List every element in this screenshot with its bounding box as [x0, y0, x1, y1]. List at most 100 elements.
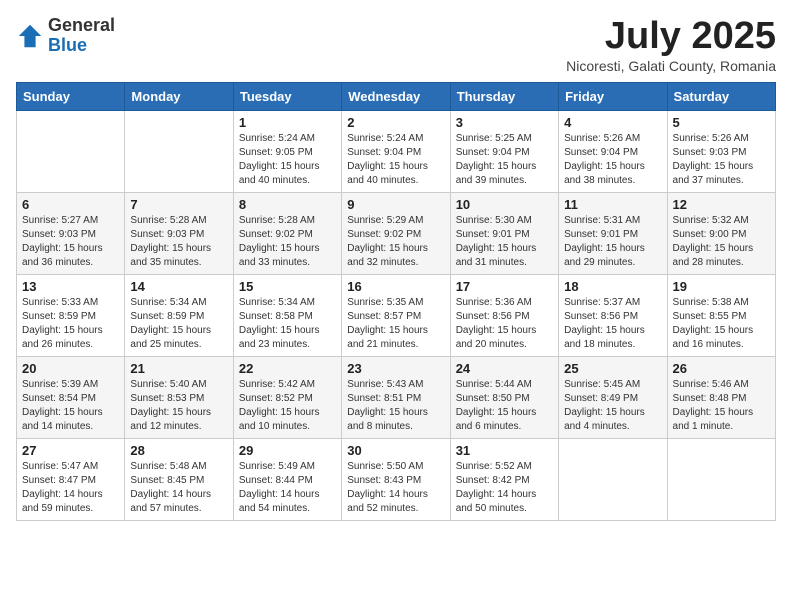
calendar-cell: 18Sunrise: 5:37 AM Sunset: 8:56 PM Dayli…: [559, 274, 667, 356]
calendar-cell: 12 Sunrise: 5:32 AM Sunset: 9:00 PM Dayli…: [667, 192, 775, 274]
calendar-cell: 3 Sunrise: 5:25 AM Sunset: 9:04 PM Daylig…: [450, 110, 558, 192]
day-info: Sunrise: 5:50 AM Sunset: 8:43 PM Dayligh…: [347, 460, 444, 516]
calendar-cell: 24Sunrise: 5:44 AM Sunset: 8:50 PM Dayli…: [450, 356, 558, 438]
calendar-cell: 28 Sunrise: 5:48 AM Sunset: 8:45 PM Dayli…: [125, 438, 233, 520]
day-info: Sunrise: 5:26 AM Sunset: 9:03 PM Dayligh…: [673, 132, 770, 188]
day-number: 4: [564, 115, 661, 130]
day-number: 29: [239, 443, 336, 458]
logo-text: General Blue: [48, 16, 115, 56]
calendar-week-row: 6 Sunrise: 5:27 AM Sunset: 9:03 PM Daylig…: [17, 192, 776, 274]
day-info: Sunrise: 5:35 AM Sunset: 8:57 PM Dayligh…: [347, 296, 444, 352]
day-number: 12: [673, 197, 770, 212]
day-number: 9: [347, 197, 444, 212]
day-of-week-header: Saturday: [667, 82, 775, 110]
day-of-week-header: Sunday: [17, 82, 125, 110]
calendar-table: SundayMondayTuesdayWednesdayThursdayFrid…: [16, 82, 776, 521]
day-number: 21: [130, 361, 227, 376]
calendar-cell: 8Sunrise: 5:28 AM Sunset: 9:02 PM Daylig…: [233, 192, 341, 274]
day-info: Sunrise: 5:25 AM Sunset: 9:04 PM Dayligh…: [456, 132, 553, 188]
day-info: Sunrise: 5:48 AM Sunset: 8:45 PM Dayligh…: [130, 460, 227, 516]
calendar-week-row: 13 Sunrise: 5:33 AM Sunset: 8:59 PM Dayli…: [17, 274, 776, 356]
day-number: 17: [456, 279, 553, 294]
day-info: Sunrise: 5:34 AM Sunset: 8:59 PM Dayligh…: [130, 296, 227, 352]
calendar-cell: 29Sunrise: 5:49 AM Sunset: 8:44 PM Dayli…: [233, 438, 341, 520]
day-info: Sunrise: 5:29 AM Sunset: 9:02 PM Dayligh…: [347, 214, 444, 270]
calendar-week-row: 1Sunrise: 5:24 AM Sunset: 9:05 PM Daylig…: [17, 110, 776, 192]
month-year-title: July 2025: [566, 16, 776, 58]
calendar-cell: 2Sunrise: 5:24 AM Sunset: 9:04 PM Daylig…: [342, 110, 450, 192]
calendar-cell: 30 Sunrise: 5:50 AM Sunset: 8:43 PM Dayli…: [342, 438, 450, 520]
day-info: Sunrise: 5:28 AM Sunset: 9:02 PM Dayligh…: [239, 214, 336, 270]
day-info: Sunrise: 5:34 AM Sunset: 8:58 PM Dayligh…: [239, 296, 336, 352]
day-info: Sunrise: 5:38 AM Sunset: 8:55 PM Dayligh…: [673, 296, 770, 352]
calendar-week-row: 20 Sunrise: 5:39 AM Sunset: 8:54 PM Dayli…: [17, 356, 776, 438]
calendar-cell: 7 Sunrise: 5:28 AM Sunset: 9:03 PM Daylig…: [125, 192, 233, 274]
day-info: Sunrise: 5:27 AM Sunset: 9:03 PM Dayligh…: [22, 214, 119, 270]
day-number: 23: [347, 361, 444, 376]
calendar-cell: [125, 110, 233, 192]
day-info: Sunrise: 5:43 AM Sunset: 8:51 PM Dayligh…: [347, 378, 444, 434]
day-number: 30: [347, 443, 444, 458]
calendar-cell: 6 Sunrise: 5:27 AM Sunset: 9:03 PM Daylig…: [17, 192, 125, 274]
day-info: Sunrise: 5:39 AM Sunset: 8:54 PM Dayligh…: [22, 378, 119, 434]
day-info: Sunrise: 5:36 AM Sunset: 8:56 PM Dayligh…: [456, 296, 553, 352]
calendar-cell: 13 Sunrise: 5:33 AM Sunset: 8:59 PM Dayli…: [17, 274, 125, 356]
day-number: 16: [347, 279, 444, 294]
calendar-cell: 4 Sunrise: 5:26 AM Sunset: 9:04 PM Daylig…: [559, 110, 667, 192]
calendar-cell: 31 Sunrise: 5:52 AM Sunset: 8:42 PM Dayli…: [450, 438, 558, 520]
day-info: Sunrise: 5:42 AM Sunset: 8:52 PM Dayligh…: [239, 378, 336, 434]
day-number: 10: [456, 197, 553, 212]
logo: General Blue: [16, 16, 115, 56]
calendar-cell: 10 Sunrise: 5:30 AM Sunset: 9:01 PM Dayli…: [450, 192, 558, 274]
calendar-cell: [559, 438, 667, 520]
calendar-cell: 1Sunrise: 5:24 AM Sunset: 9:05 PM Daylig…: [233, 110, 341, 192]
day-number: 1: [239, 115, 336, 130]
day-number: 20: [22, 361, 119, 376]
day-info: Sunrise: 5:26 AM Sunset: 9:04 PM Dayligh…: [564, 132, 661, 188]
day-number: 26: [673, 361, 770, 376]
day-number: 14: [130, 279, 227, 294]
day-of-week-header: Friday: [559, 82, 667, 110]
logo-general: General: [48, 16, 115, 36]
calendar-cell: 19 Sunrise: 5:38 AM Sunset: 8:55 PM Dayli…: [667, 274, 775, 356]
calendar-cell: 20 Sunrise: 5:39 AM Sunset: 8:54 PM Dayli…: [17, 356, 125, 438]
calendar-cell: 26 Sunrise: 5:46 AM Sunset: 8:48 PM Dayli…: [667, 356, 775, 438]
day-info: Sunrise: 5:47 AM Sunset: 8:47 PM Dayligh…: [22, 460, 119, 516]
day-number: 19: [673, 279, 770, 294]
calendar-cell: 17 Sunrise: 5:36 AM Sunset: 8:56 PM Dayli…: [450, 274, 558, 356]
day-info: Sunrise: 5:44 AM Sunset: 8:50 PM Dayligh…: [456, 378, 553, 434]
day-of-week-header: Tuesday: [233, 82, 341, 110]
day-number: 2: [347, 115, 444, 130]
calendar-cell: 15 Sunrise: 5:34 AM Sunset: 8:58 PM Dayli…: [233, 274, 341, 356]
title-block: July 2025 Nicoresti, Galati County, Roma…: [566, 16, 776, 74]
calendar-cell: 23 Sunrise: 5:43 AM Sunset: 8:51 PM Dayli…: [342, 356, 450, 438]
day-number: 6: [22, 197, 119, 212]
day-info: Sunrise: 5:32 AM Sunset: 9:00 PM Dayligh…: [673, 214, 770, 270]
day-number: 13: [22, 279, 119, 294]
day-info: Sunrise: 5:30 AM Sunset: 9:01 PM Dayligh…: [456, 214, 553, 270]
calendar-cell: 9 Sunrise: 5:29 AM Sunset: 9:02 PM Daylig…: [342, 192, 450, 274]
calendar-cell: 5Sunrise: 5:26 AM Sunset: 9:03 PM Daylig…: [667, 110, 775, 192]
calendar-cell: [667, 438, 775, 520]
day-info: Sunrise: 5:52 AM Sunset: 8:42 PM Dayligh…: [456, 460, 553, 516]
day-number: 15: [239, 279, 336, 294]
day-number: 22: [239, 361, 336, 376]
calendar-cell: 16 Sunrise: 5:35 AM Sunset: 8:57 PM Dayli…: [342, 274, 450, 356]
day-info: Sunrise: 5:40 AM Sunset: 8:53 PM Dayligh…: [130, 378, 227, 434]
calendar-cell: 21 Sunrise: 5:40 AM Sunset: 8:53 PM Dayli…: [125, 356, 233, 438]
day-number: 27: [22, 443, 119, 458]
calendar-week-row: 27 Sunrise: 5:47 AM Sunset: 8:47 PM Dayli…: [17, 438, 776, 520]
logo-icon: [16, 22, 44, 50]
day-number: 7: [130, 197, 227, 212]
day-info: Sunrise: 5:46 AM Sunset: 8:48 PM Dayligh…: [673, 378, 770, 434]
day-number: 28: [130, 443, 227, 458]
day-number: 3: [456, 115, 553, 130]
day-of-week-header: Thursday: [450, 82, 558, 110]
day-info: Sunrise: 5:28 AM Sunset: 9:03 PM Dayligh…: [130, 214, 227, 270]
calendar-cell: 25Sunrise: 5:45 AM Sunset: 8:49 PM Dayli…: [559, 356, 667, 438]
day-number: 31: [456, 443, 553, 458]
day-info: Sunrise: 5:33 AM Sunset: 8:59 PM Dayligh…: [22, 296, 119, 352]
calendar-cell: 11Sunrise: 5:31 AM Sunset: 9:01 PM Dayli…: [559, 192, 667, 274]
calendar-cell: 22 Sunrise: 5:42 AM Sunset: 8:52 PM Dayli…: [233, 356, 341, 438]
day-info: Sunrise: 5:45 AM Sunset: 8:49 PM Dayligh…: [564, 378, 661, 434]
